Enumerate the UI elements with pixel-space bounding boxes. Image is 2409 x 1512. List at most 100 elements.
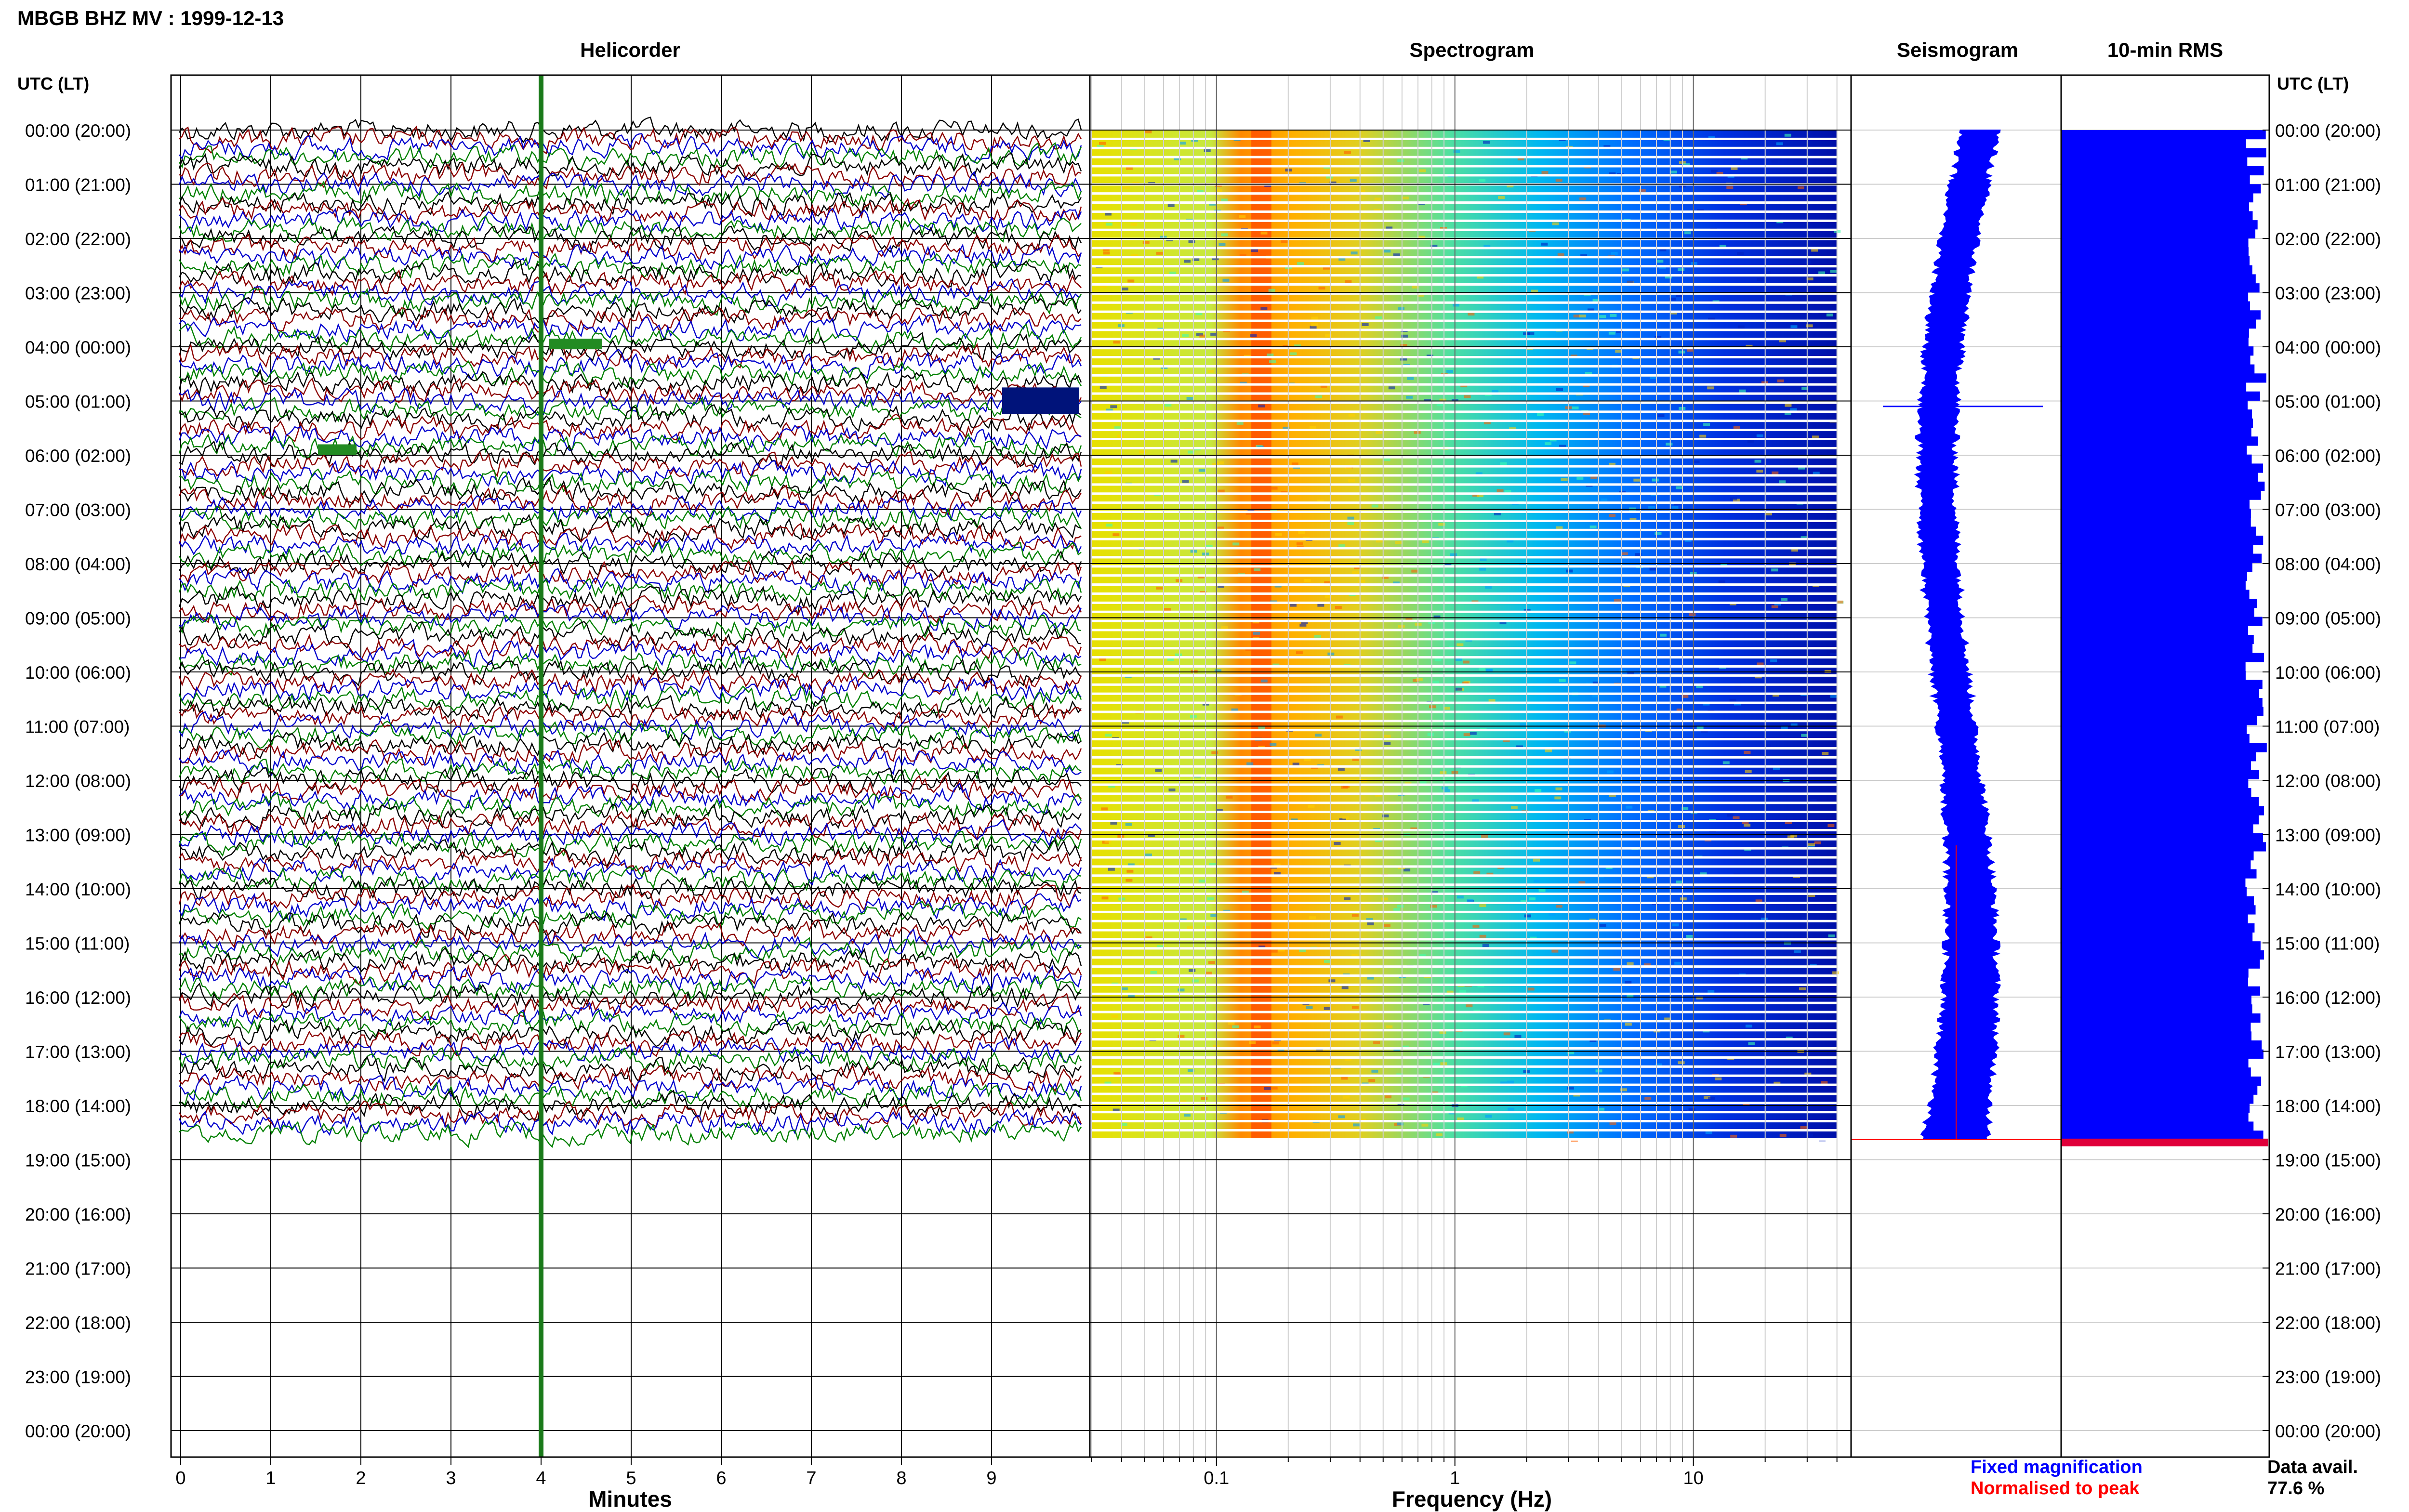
spectrogram-speckle [1472,924,1480,928]
rms-bar [2061,445,2247,455]
spectrogram-row-gap [1092,838,1837,841]
time-label-left: 14:00 (10:00) [25,880,131,899]
time-label-left: 21:00 (17:00) [25,1259,131,1279]
spectrogram-speckle [1708,1097,1715,1100]
spectrogram-speckle [1621,552,1628,555]
spectrogram-speckle [1179,142,1186,145]
rms-bar [2061,851,2254,861]
spectrogram-speckle [1269,360,1276,363]
spectrogram-row-gap [1092,947,1837,950]
spectrogram-speckle [1343,1095,1350,1099]
spectrogram-speckle [1676,881,1683,884]
time-label-left: 07:00 (03:00) [25,500,131,520]
rms-bar [2061,644,2253,653]
helicorder-trace [178,912,1082,938]
spectrogram-row-gap [1092,820,1837,823]
spectrogram-speckle [1678,268,1685,271]
spectrogram-row-gap [1092,647,1837,650]
spectrogram-row-gap [1092,429,1837,432]
spectrogram-speckle [1121,987,1128,990]
spectrogram-row-gap [1092,765,1837,768]
spectrogram-speckle [1781,598,1788,601]
spectrogram-speckle [1337,768,1345,771]
time-label-left: 10:00 (06:00) [25,663,131,683]
spectrogram-speckle [1555,787,1562,790]
spectrogram-speckle [1434,658,1442,661]
helicorder-tick-label: 8 [896,1468,906,1488]
spectrogram-speckle [1318,287,1325,290]
spectrogram-speckle [1298,531,1305,534]
spectrogram-speckle [1468,312,1475,316]
spectrogram-speckle [1348,479,1355,482]
spectrogram-speckle [1414,431,1421,434]
spectrogram-speckle [1485,1115,1492,1118]
spectrogram-speckle [1327,652,1335,656]
spectrogram-speckle [1260,231,1268,235]
spectrogram-speckle [1533,880,1540,883]
spectrogram-row-gap [1092,511,1837,513]
spectrogram-speckle [1403,1097,1410,1101]
spectrogram-row-gap [1092,538,1837,540]
spectrogram-speckle [1273,872,1281,875]
spectrogram-speckle [1541,171,1549,174]
spectrogram-speckle [1105,734,1112,737]
spectrogram-speckle [1615,350,1622,353]
spectrogram-row-gap [1092,692,1837,695]
spectrogram-speckle [1113,341,1120,344]
spectrogram-row-gap [1092,310,1837,313]
time-label-left: 12:00 (08:00) [25,771,131,791]
spectrogram-speckle [1271,949,1278,953]
spectrogram-speckle [1348,413,1355,417]
spectrogram-speckle [1467,898,1474,902]
spectrogram-speckle [1707,990,1715,993]
rms-bar [2061,779,2249,789]
rms-bar [2061,959,2260,969]
spectrogram-speckle [1281,239,1288,243]
time-label-left: 13:00 (09:00) [25,826,131,845]
spectrogram-speckle [1733,426,1740,429]
rms-bar [2061,500,2250,509]
spectrogram-speckle [1384,250,1391,253]
spectrogram-row-gap [1092,574,1837,577]
spectrogram-row-gap [1092,374,1837,377]
x-axis-ticks: 0 1 2 3 4 5 6 7 8 9 0.1 1 10 [175,1457,1838,1488]
spectrogram-speckle [1608,331,1615,335]
rms-bar [2061,634,2254,644]
helicorder-trace [178,1109,1082,1136]
spectrogram-speckle [1666,442,1673,446]
spectrogram-speckle [1271,486,1278,490]
spectrogram-tick-label: 0.1 [1204,1468,1229,1488]
rms-bar [2061,563,2252,572]
spectrogram-speckle [1569,661,1576,665]
spectrogram-speckle [1334,841,1341,845]
spectrogram-speckle [1804,260,1812,263]
spectrogram-speckle [1482,141,1490,144]
spectrogram-speckle [1541,242,1548,246]
spectrogram-speckle [1559,679,1566,682]
spectrogram-speckle [1772,471,1779,474]
spectrogram-speckle [1246,762,1254,765]
time-axis-label-right: UTC (LT) [2277,74,2349,93]
rms-bar [2061,878,2246,888]
spectrogram-speckle [1590,476,1598,479]
spectrogram-speckle [1292,763,1299,766]
spectrogram-speckle [1678,350,1685,354]
spectrogram-row-gap [1092,1120,1837,1123]
time-label-right: 07:00 (03:00) [2275,500,2381,520]
rms-bar [2061,923,2255,933]
spectrogram-speckle [1203,926,1210,929]
spectrogram-speckle [1466,1004,1473,1008]
spectrogram-speckle [1342,816,1350,820]
time-label-left: 09:00 (05:00) [25,609,131,629]
spectrogram-speckle [1130,223,1138,226]
rms-bar [2061,184,2261,194]
time-label-left: 00:00 (20:00) [25,121,131,141]
spectrogram-speckle [1485,585,1492,589]
spectrogram-speckle [1771,605,1778,608]
spectrogram-row-gap [1092,219,1837,222]
spectrogram-speckle [1496,489,1504,492]
rms-bar [2061,968,2249,978]
helicorder-tick-label: 4 [536,1468,546,1488]
spectrogram-speckle [1184,260,1191,263]
rms-bar [2061,833,2263,842]
